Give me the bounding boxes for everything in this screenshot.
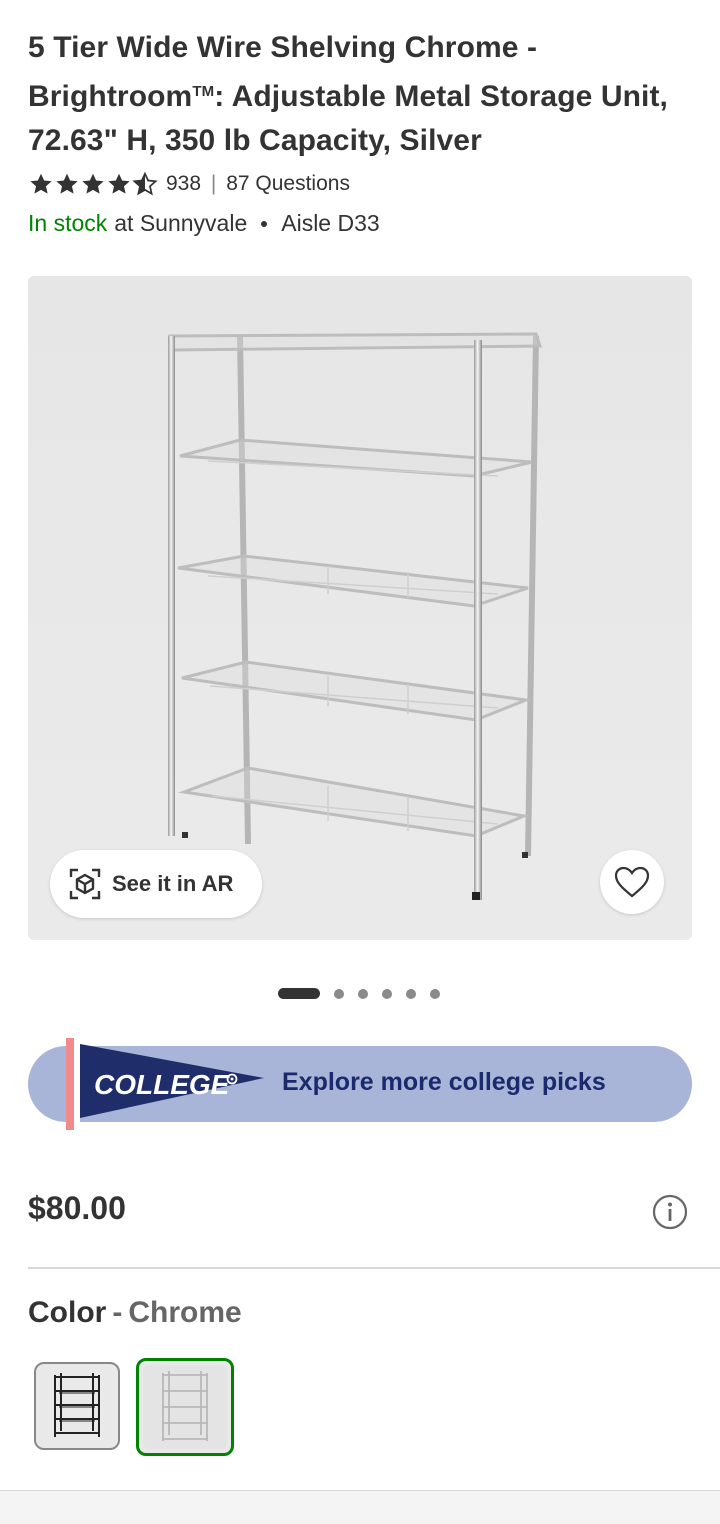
- ar-button-label: See it in AR: [112, 871, 234, 896]
- pager-dot[interactable]: [382, 988, 392, 999]
- pager-dot[interactable]: [358, 988, 368, 999]
- aisle-location: Aisle D33: [281, 210, 380, 236]
- favorite-button[interactable]: [600, 850, 664, 914]
- chrome-swatch-inner: [143, 1365, 227, 1449]
- half-star-icon: [132, 171, 158, 196]
- rating-row[interactable]: 938 | 87 Questions: [28, 168, 350, 200]
- selected-color-value: Chrome: [128, 1296, 242, 1329]
- product-image[interactable]: See it in AR: [28, 276, 692, 940]
- college-banner-cta[interactable]: Explore more college picks: [282, 1068, 606, 1097]
- star-icon: [108, 173, 130, 194]
- pager-dot[interactable]: [334, 988, 344, 999]
- bullet-separator: [261, 220, 268, 227]
- color-swatch-chrome[interactable]: [136, 1358, 234, 1456]
- college-pennant-icon: COLLEGE: [66, 1038, 264, 1130]
- color-label: Color: [28, 1296, 107, 1329]
- product-price: $80.00: [28, 1190, 126, 1226]
- review-count[interactable]: 938: [166, 172, 201, 195]
- ar-cube-icon: [69, 868, 101, 900]
- product-photo: [168, 332, 543, 900]
- star-icon: [30, 173, 52, 194]
- questions-link[interactable]: 87 Questions: [226, 172, 350, 195]
- rating-summary[interactable]: 938 | 87 Questions: [166, 172, 350, 196]
- star-rating: [28, 171, 158, 197]
- star-icon: [82, 173, 104, 194]
- info-icon[interactable]: [652, 1194, 688, 1230]
- black-shelf-thumbnail: [54, 1373, 100, 1437]
- trademark-symbol: TM: [192, 83, 215, 100]
- star-icon: [56, 173, 78, 194]
- college-picks-banner[interactable]: COLLEGE Explore more college picks: [28, 1038, 692, 1130]
- image-carousel-pager[interactable]: [278, 988, 454, 999]
- color-label-row: Color - Chrome: [28, 1296, 242, 1330]
- product-title: 5 Tier Wide Wire Shelving Chrome - Brigh…: [28, 26, 688, 163]
- color-dash: -: [112, 1296, 123, 1329]
- chrome-shelf-thumbnail: [162, 1371, 208, 1441]
- section-divider: [28, 1267, 720, 1269]
- rating-separator: |: [210, 172, 217, 195]
- pager-dot-active[interactable]: [278, 988, 320, 999]
- store-location[interactable]: at Sunnyvale: [114, 210, 247, 237]
- see-it-in-ar-button[interactable]: See it in AR: [50, 850, 262, 918]
- bottom-bar: [0, 1490, 720, 1524]
- heart-icon: [614, 866, 650, 898]
- pager-dot[interactable]: [430, 988, 440, 999]
- pennant-text: COLLEGE: [94, 1069, 231, 1100]
- color-swatch-black[interactable]: [34, 1362, 120, 1450]
- stock-status: In stock: [28, 210, 108, 236]
- stock-row[interactable]: In stock at Sunnyvale Aisle D33: [28, 210, 380, 237]
- pager-dot[interactable]: [406, 988, 416, 999]
